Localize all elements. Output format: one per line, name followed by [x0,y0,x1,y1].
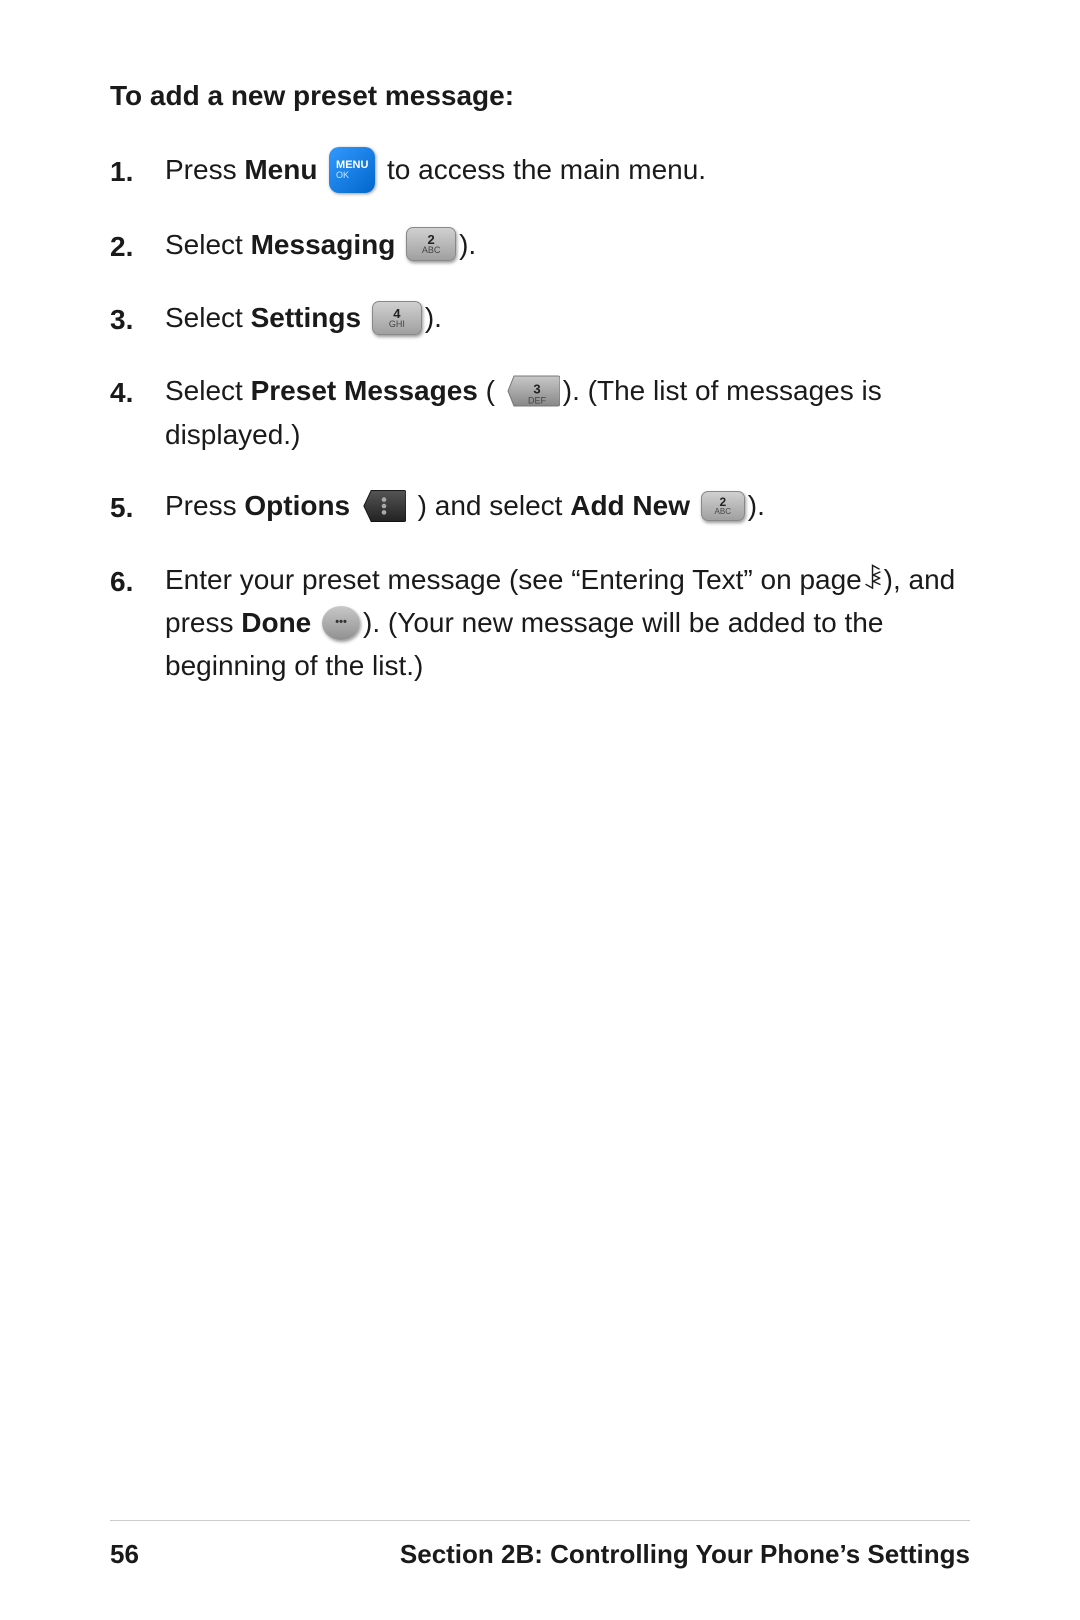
numbered-list: 1. Press Menu MENU OK to access the main… [110,148,970,688]
step-number: 3. [110,296,165,341]
key4-button-icon: 4 GHI [372,301,422,335]
step-number: 5. [110,484,165,529]
step-number: 1. [110,148,165,193]
step-number: 2. [110,223,165,268]
step-number: 4. [110,369,165,414]
list-item: 2. Select Messaging 2 ABC ). [110,223,970,268]
options-button-icon [362,488,406,524]
page-content: To add a new preset message: 1. Press Me… [0,0,1080,776]
step-number: 6. [110,558,165,603]
key2-button-icon: 2 ABC [406,227,456,261]
step-content: Press Options [165,484,970,527]
step-content: Select Messaging 2 ABC ). [165,223,970,266]
step-content: Press Menu MENU OK to access the main me… [165,148,970,195]
list-item: 5. Press Options [110,484,970,529]
step-content: Select Preset Messages ( 3 DEF [165,369,970,456]
step-content: Select Settings 4 GHI ). [165,296,970,339]
svg-text:3: 3 [533,381,540,396]
list-item: 3. Select Settings 4 GHI ). [110,296,970,341]
footer-page-number: 56 [110,1539,139,1570]
section-heading: To add a new preset message: [110,80,970,112]
key3-button-icon: 3 DEF [506,374,560,408]
list-item: 6. Enter your preset message (see “Enter… [110,558,970,688]
footer-section-title: Section 2B: Controlling Your Phone’s Set… [400,1539,970,1570]
step-content: Enter your preset message (see “Entering… [165,558,970,688]
list-item: 1. Press Menu MENU OK to access the main… [110,148,970,195]
menu-button-icon: MENU OK [329,147,375,193]
done-button-icon: ••• [322,606,360,640]
key2abc-button-icon: 2 ABC [701,491,745,521]
page-footer: 56 Section 2B: Controlling Your Phone’s … [110,1520,970,1570]
svg-text:DEF: DEF [528,395,547,405]
list-item: 4. Select Preset Messages ( [110,369,970,456]
